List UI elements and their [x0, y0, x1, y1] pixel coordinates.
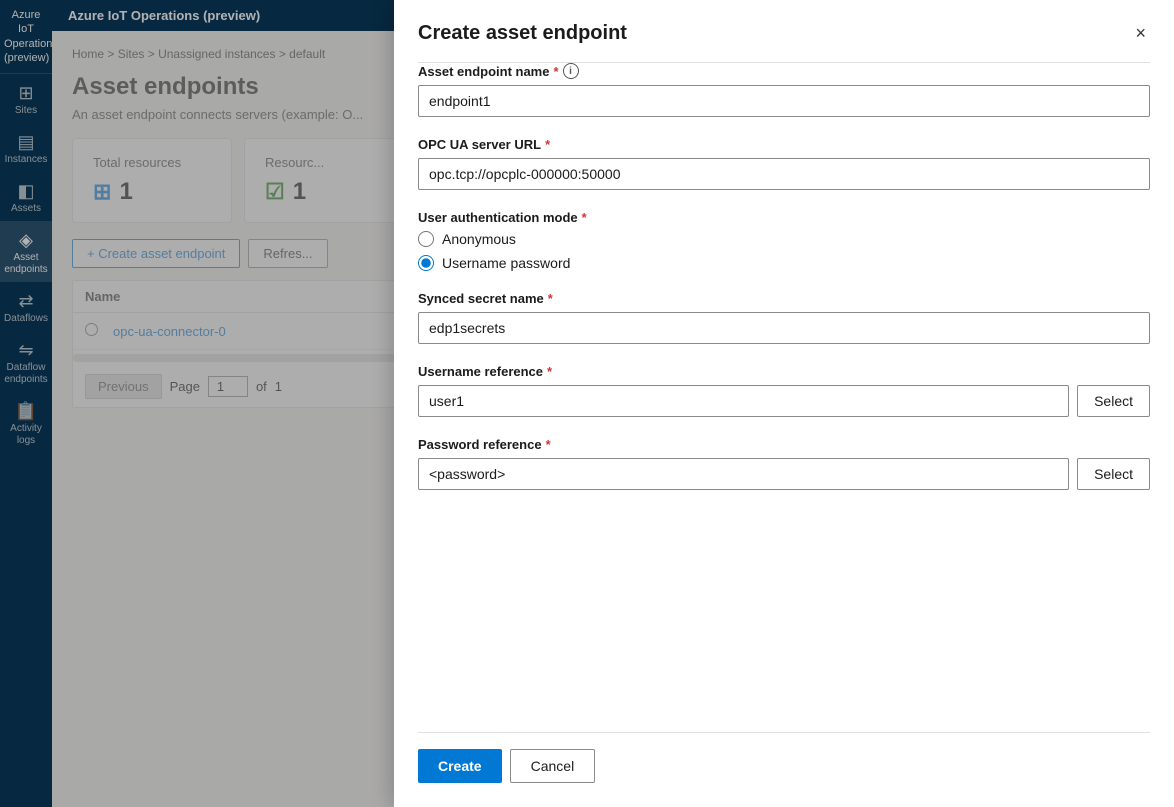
- opc-url-label: OPC UA server URL *: [418, 137, 1150, 152]
- synced-secret-input[interactable]: [418, 312, 1150, 344]
- cancel-button[interactable]: Cancel: [510, 749, 596, 783]
- create-button[interactable]: Create: [418, 749, 502, 783]
- modal-title: Create asset endpoint: [418, 22, 627, 45]
- endpoint-name-label: Asset endpoint name * i: [418, 63, 1150, 79]
- password-ref-label: Password reference *: [418, 437, 1150, 452]
- radio-username-password[interactable]: Username password: [418, 255, 1150, 271]
- password-ref-input-group: Select: [418, 458, 1150, 490]
- modal-footer: Create Cancel: [394, 733, 1174, 807]
- endpoint-name-input[interactable]: [418, 85, 1150, 117]
- username-ref-input-group: Select: [418, 385, 1150, 417]
- radio-anonymous-input[interactable]: [418, 231, 434, 247]
- radio-group-auth: Anonymous Username password: [418, 231, 1150, 271]
- username-ref-label: Username reference *: [418, 364, 1150, 379]
- radio-username-input[interactable]: [418, 255, 434, 271]
- required-star-url: *: [545, 137, 550, 152]
- info-icon-name[interactable]: i: [563, 63, 579, 79]
- modal-spacer: [394, 514, 1174, 732]
- radio-anonymous-label: Anonymous: [442, 231, 516, 247]
- auth-mode-label: User authentication mode *: [418, 210, 1150, 225]
- opc-url-input[interactable]: [418, 158, 1150, 190]
- required-star-name: *: [553, 64, 558, 79]
- modal-panel: Create asset endpoint × Asset endpoint n…: [394, 0, 1174, 807]
- username-select-button[interactable]: Select: [1077, 385, 1150, 417]
- radio-anonymous[interactable]: Anonymous: [418, 231, 1150, 247]
- username-ref-input[interactable]: [418, 385, 1069, 417]
- synced-secret-label: Synced secret name *: [418, 291, 1150, 306]
- required-star-secret: *: [548, 291, 553, 306]
- password-select-button[interactable]: Select: [1077, 458, 1150, 490]
- required-star-user: *: [547, 364, 552, 379]
- modal-overlay: Create asset endpoint × Asset endpoint n…: [0, 0, 1174, 807]
- modal-close-button[interactable]: ×: [1131, 20, 1150, 46]
- password-ref-input[interactable]: [418, 458, 1069, 490]
- opc-url-group: OPC UA server URL *: [418, 137, 1150, 190]
- required-star-pass: *: [546, 437, 551, 452]
- synced-secret-group: Synced secret name *: [418, 291, 1150, 344]
- modal-body: Asset endpoint name * i OPC UA server UR…: [394, 63, 1174, 514]
- auth-mode-group: User authentication mode * Anonymous Use…: [418, 210, 1150, 271]
- username-ref-group: Username reference * Select: [418, 364, 1150, 417]
- endpoint-name-group: Asset endpoint name * i: [418, 63, 1150, 117]
- required-star-auth: *: [582, 210, 587, 225]
- password-ref-group: Password reference * Select: [418, 437, 1150, 490]
- radio-username-label: Username password: [442, 255, 570, 271]
- modal-header: Create asset endpoint ×: [394, 0, 1174, 62]
